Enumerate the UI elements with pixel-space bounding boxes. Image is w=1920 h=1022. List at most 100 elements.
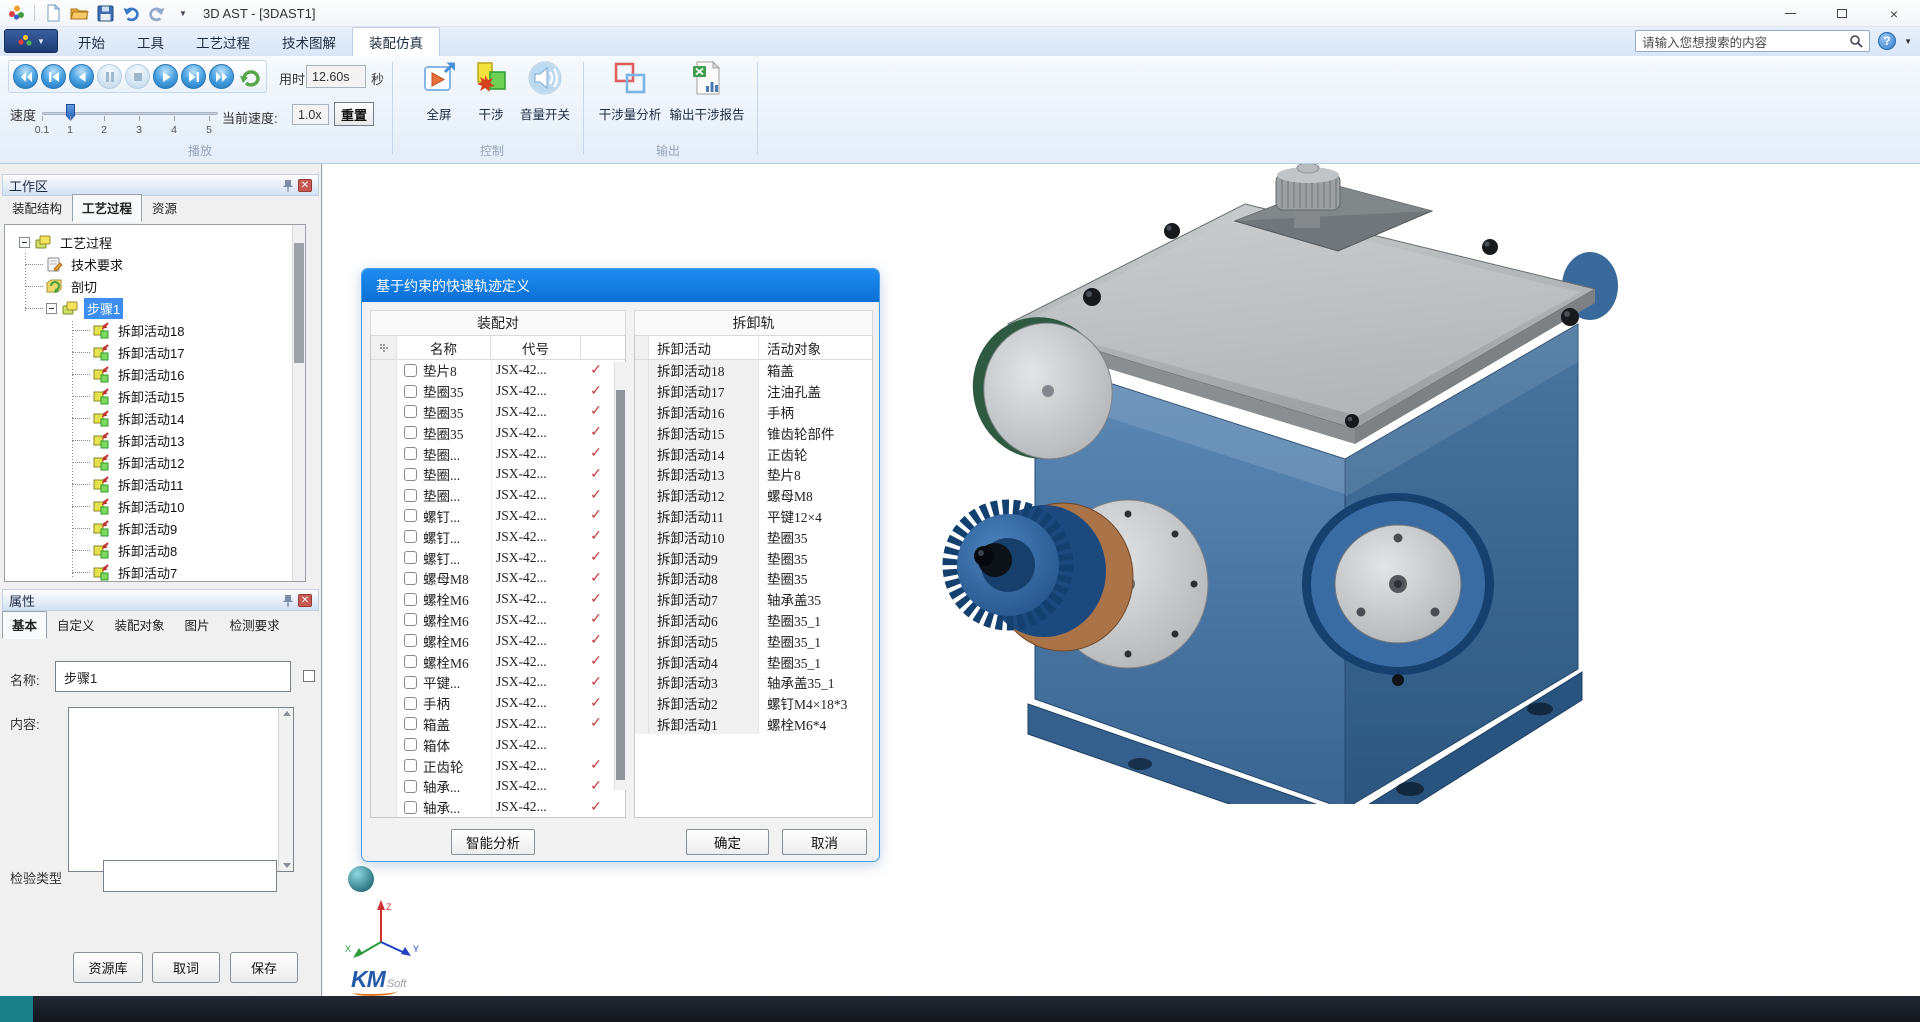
tree-item-label[interactable]: 拆卸活动12: [115, 452, 187, 473]
activity-name[interactable]: 拆卸活动1: [649, 713, 759, 735]
smart-analyze-button[interactable]: 智能分析: [451, 829, 535, 855]
track-row-7[interactable]: 拆卸活动11 平键12×4: [635, 505, 872, 527]
assembly-row-12[interactable]: 螺栓M6 JSX-42... ✓: [371, 609, 625, 631]
tree-item-label[interactable]: 拆卸活动9: [115, 518, 180, 539]
save-step-button[interactable]: 保存: [230, 952, 298, 983]
part-name[interactable]: 垫片8: [423, 360, 491, 381]
next-icon[interactable]: [181, 64, 206, 89]
track-row-14[interactable]: 拆卸活动4 垫圈35_1: [635, 651, 872, 672]
activity-object[interactable]: 正齿轮: [759, 443, 872, 464]
activity-name[interactable]: 拆卸活动6: [649, 609, 759, 631]
row-checkbox[interactable]: [397, 464, 423, 485]
activity-object[interactable]: 轴承盖35: [759, 589, 872, 610]
part-name[interactable]: 箱体: [423, 734, 491, 755]
activity-object[interactable]: 手柄: [759, 402, 872, 423]
activity-object[interactable]: 平键12×4: [759, 506, 872, 527]
fast-forward-icon[interactable]: [209, 64, 234, 89]
part-code[interactable]: JSX-42...: [491, 547, 581, 568]
activity-name[interactable]: 拆卸活动15: [649, 422, 759, 444]
assembly-row-5[interactable]: 垫圈... JSX-42... ✓: [371, 463, 625, 485]
check-type-field[interactable]: [103, 860, 277, 892]
tree-item-label[interactable]: 拆卸活动15: [115, 386, 187, 407]
part-name[interactable]: 螺钉...: [423, 547, 491, 568]
tree-item-label[interactable]: 工艺过程: [57, 232, 115, 253]
ribbon-tab-1[interactable]: 工具: [121, 27, 180, 56]
cancel-button[interactable]: 取消: [782, 829, 867, 855]
maximize-button[interactable]: [1816, 0, 1868, 27]
track-row-4[interactable]: 拆卸活动14 正齿轮: [635, 443, 872, 464]
properties-close-icon[interactable]: ✕: [298, 593, 312, 607]
3d-viewport[interactable]: 基于约束的快速轨迹定义 装配对 名称 代号 垫片8 JSX-42... ✓ 垫圈35 JSX…: [323, 164, 1920, 996]
track-row-17[interactable]: 拆卸活动1 螺栓M6*4: [635, 713, 872, 735]
activity-object[interactable]: 垫圈35: [759, 526, 872, 547]
assembly-row-8[interactable]: 螺钉... JSX-42... ✓: [371, 526, 625, 548]
properties-tab-2[interactable]: 装配对象: [105, 611, 175, 639]
workspace-close-icon[interactable]: ✕: [298, 178, 312, 192]
assembly-row-1[interactable]: 垫圈35 JSX-42... ✓: [371, 380, 625, 402]
part-code[interactable]: JSX-42...: [491, 401, 581, 423]
activity-name[interactable]: 拆卸活动11: [649, 505, 759, 527]
track-row-15[interactable]: 拆卸活动3 轴承盖35_1: [635, 671, 872, 693]
part-name[interactable]: 垫圈35: [423, 422, 491, 443]
part-name[interactable]: 轴承...: [423, 776, 491, 797]
interference-analysis-button[interactable]: 干涉量分析: [590, 60, 670, 123]
assembly-row-15[interactable]: 平键... JSX-42... ✓: [371, 671, 625, 693]
part-code[interactable]: JSX-42...: [491, 422, 581, 444]
part-code[interactable]: JSX-42...: [491, 588, 581, 610]
interference-report-button[interactable]: 输出干涉报告: [664, 60, 750, 123]
replay-icon[interactable]: [237, 64, 262, 89]
ribbon-tab-4[interactable]: 装配仿真: [352, 27, 440, 56]
tree-item-label[interactable]: 拆卸活动18: [115, 320, 187, 341]
part-code[interactable]: JSX-42...: [491, 775, 581, 797]
name-field[interactable]: 步骤1: [55, 661, 291, 692]
part-code[interactable]: JSX-42...: [491, 671, 581, 693]
part-code[interactable]: JSX-42...: [491, 567, 581, 589]
tree-item-15[interactable]: 拆卸活动7: [5, 561, 292, 581]
ribbon-tab-2[interactable]: 工艺过程: [180, 27, 266, 56]
assembly-row-10[interactable]: 螺母M8 JSX-42... ✓: [371, 567, 625, 589]
track-row-12[interactable]: 拆卸活动6 垫圈35_1: [635, 609, 872, 631]
part-name[interactable]: 螺栓M6: [423, 610, 491, 631]
properties-tab-1[interactable]: 自定义: [47, 611, 105, 639]
tree-item-4[interactable]: 拆卸活动18: [5, 319, 292, 341]
tree-item-9[interactable]: 拆卸活动13: [5, 429, 292, 451]
scroll-up-icon[interactable]: [283, 711, 291, 716]
assembly-row-13[interactable]: 螺栓M6 JSX-42... ✓: [371, 630, 625, 652]
activity-object[interactable]: 箱盖: [759, 360, 872, 381]
assembly-row-11[interactable]: 螺栓M6 JSX-42... ✓: [371, 588, 625, 610]
quick-access-more-icon[interactable]: ▼: [173, 3, 193, 23]
part-name[interactable]: 螺栓M6: [423, 630, 491, 651]
track-row-16[interactable]: 拆卸活动2 螺钉M4×18*3: [635, 692, 872, 714]
track-row-6[interactable]: 拆卸活动12 螺母M8: [635, 484, 872, 506]
tree-scrollbar[interactable]: [292, 225, 305, 581]
part-name[interactable]: 垫圈35: [423, 402, 491, 423]
activity-object[interactable]: 轴承盖35_1: [759, 672, 872, 693]
row-checkbox[interactable]: [397, 797, 423, 817]
tree-item-13[interactable]: 拆卸活动9: [5, 517, 292, 539]
activity-object[interactable]: 垫圈35_1: [759, 630, 872, 651]
tree-item-3[interactable]: 步骤1: [5, 297, 292, 319]
track-row-11[interactable]: 拆卸活动7 轴承盖35: [635, 588, 872, 610]
application-menu-button[interactable]: ▼: [4, 29, 58, 53]
part-code[interactable]: JSX-42...: [491, 484, 581, 506]
part-name[interactable]: 螺钉...: [423, 506, 491, 527]
part-code[interactable]: JSX-42...: [491, 651, 581, 672]
tree-item-10[interactable]: 拆卸活动12: [5, 451, 292, 473]
ok-button[interactable]: 确定: [686, 829, 769, 855]
track-row-3[interactable]: 拆卸活动15 锥齿轮部件: [635, 422, 872, 444]
tree-item-label[interactable]: 剖切: [68, 276, 100, 297]
row-checkbox[interactable]: [397, 506, 423, 527]
activity-object[interactable]: 垫圈35_1: [759, 651, 872, 672]
scrollbar-thumb[interactable]: [294, 243, 304, 363]
track-row-1[interactable]: 拆卸活动17 注油孔盖: [635, 380, 872, 402]
part-name[interactable]: 平键...: [423, 672, 491, 693]
activity-name[interactable]: 拆卸活动10: [649, 526, 759, 548]
content-textarea[interactable]: [68, 707, 294, 872]
activity-name[interactable]: 拆卸活动9: [649, 547, 759, 568]
part-code[interactable]: JSX-42...: [491, 443, 581, 464]
activity-name[interactable]: 拆卸活动12: [649, 484, 759, 506]
track-row-2[interactable]: 拆卸活动16 手柄: [635, 401, 872, 423]
tree-item-label[interactable]: 拆卸活动11: [115, 474, 187, 495]
workspace-tab-2[interactable]: 资源: [142, 194, 187, 222]
part-name[interactable]: 垫圈...: [423, 485, 491, 506]
